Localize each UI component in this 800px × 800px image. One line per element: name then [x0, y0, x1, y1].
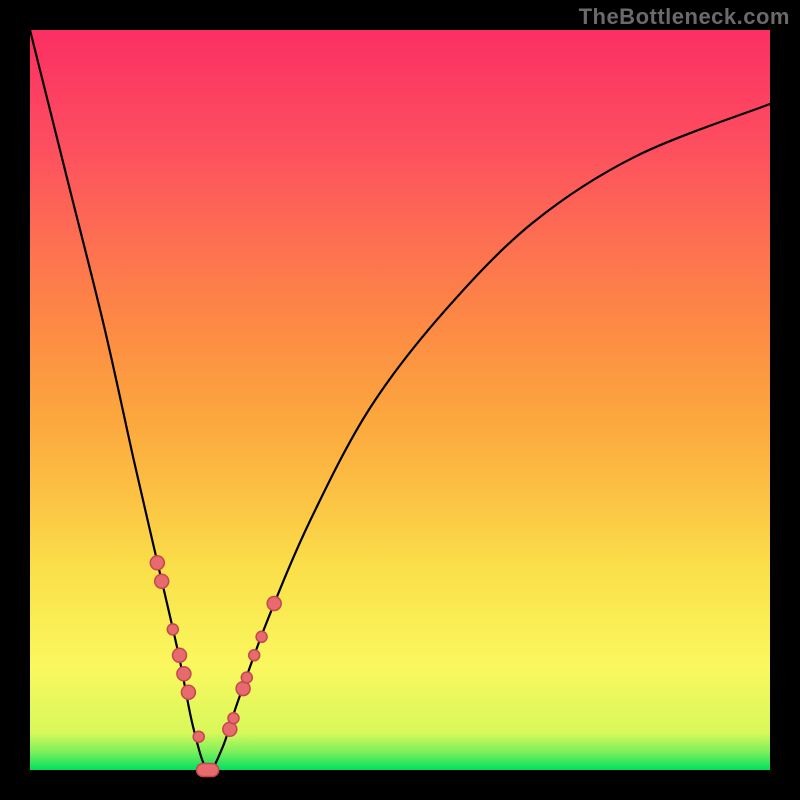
highlight-point	[267, 597, 281, 611]
highlight-point	[193, 731, 204, 742]
chart-frame: TheBottleneck.com	[0, 0, 800, 800]
highlight-point	[150, 556, 164, 570]
min-band	[197, 764, 219, 777]
highlight-point	[236, 682, 250, 696]
curve-group	[30, 30, 770, 771]
highlight-point	[155, 574, 169, 588]
bottleneck-curve	[30, 30, 770, 771]
highlight-point	[173, 648, 187, 662]
highlight-point	[177, 667, 191, 681]
highlight-point	[228, 713, 239, 724]
marker-group	[150, 556, 281, 777]
plot-area	[30, 30, 770, 770]
highlight-point	[223, 722, 237, 736]
highlight-point	[167, 624, 178, 635]
watermark-text: TheBottleneck.com	[579, 4, 790, 30]
highlight-point	[181, 685, 195, 699]
highlight-point	[256, 631, 267, 642]
highlight-point	[249, 650, 260, 661]
highlight-point	[241, 672, 252, 683]
chart-svg	[30, 30, 770, 770]
